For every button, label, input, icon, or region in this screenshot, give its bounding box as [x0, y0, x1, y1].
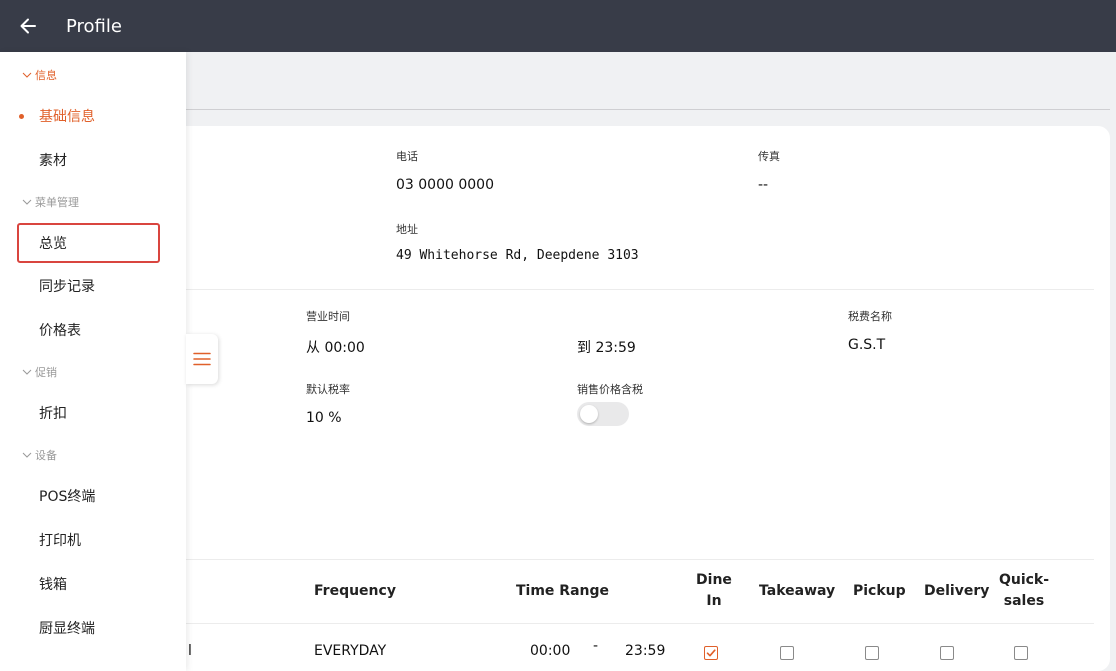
- col-header-quick-sales-line2: sales: [1003, 593, 1045, 609]
- col-header-quick-sales-line1: Quick-: [998, 572, 1050, 588]
- col-header-frequency: Frequency: [314, 583, 396, 599]
- chevron-down-icon: [22, 369, 32, 375]
- sidebar-section-label: 促销: [35, 366, 57, 379]
- col-header-dine-in-line1: Dine: [696, 572, 732, 588]
- app-header: Profile: [0, 0, 1116, 52]
- phone-label: 电话: [396, 150, 418, 163]
- sidebar-item-price-list[interactable]: 价格表: [17, 310, 160, 350]
- phone-value: 03 0000 0000: [396, 177, 494, 193]
- back-button[interactable]: [0, 0, 56, 52]
- hamburger-icon: [193, 352, 211, 366]
- hours-from-value: 从 00:00: [306, 340, 365, 356]
- check-icon: [706, 649, 716, 657]
- sidebar-section-label: 设备: [35, 449, 57, 462]
- address-value: 49 Whitehorse Rd, Deepdene 3103: [396, 248, 639, 263]
- sidebar-section-promotions[interactable]: 促销: [22, 364, 57, 380]
- sidebar-section-label: 菜单管理: [35, 196, 79, 209]
- col-header-dine-in-line2: In: [706, 593, 722, 609]
- sidebar-item-sync-log[interactable]: 同步记录: [17, 266, 160, 306]
- sidebar-section-menu-management[interactable]: 菜单管理: [22, 194, 79, 210]
- sidebar-item-printers[interactable]: 打印机: [17, 520, 160, 560]
- business-hours-label: 营业时间: [306, 310, 350, 323]
- pickup-checkbox[interactable]: [865, 646, 879, 660]
- sidebar-item-label: POS终端: [39, 489, 96, 505]
- col-header-quick-sales: Quick- sales: [998, 570, 1050, 612]
- sidebar-item-label: 折扣: [39, 406, 67, 422]
- col-header-delivery: Delivery: [924, 583, 990, 599]
- chevron-down-icon: [22, 452, 32, 458]
- sidebar-item-label: 价格表: [39, 323, 81, 339]
- sidebar-item-overview[interactable]: 总览: [17, 223, 160, 263]
- row-start-time[interactable]: 00:00: [530, 643, 570, 659]
- row-name-fragment: l: [188, 643, 192, 659]
- hours-to-value: 到 23:59: [577, 340, 636, 356]
- sidebar-item-label: 同步记录: [39, 279, 95, 295]
- takeaway-checkbox[interactable]: [780, 646, 794, 660]
- fax-value: --: [758, 177, 769, 193]
- sidebar-item-label: 打印机: [39, 533, 81, 549]
- col-header-dine-in: Dine In: [694, 570, 734, 612]
- sidebar-section-devices[interactable]: 设备: [22, 447, 57, 463]
- sidebar-item-label: 基础信息: [39, 109, 95, 125]
- default-tax-label: 默认税率: [306, 383, 350, 396]
- sidebar-item-basic-info[interactable]: 基础信息: [17, 96, 160, 136]
- sidebar-item-label: 素材: [39, 153, 67, 169]
- sidebar-item-kitchen-display[interactable]: 厨显终端: [17, 608, 160, 648]
- sidebar-item-discounts[interactable]: 折扣: [17, 393, 160, 433]
- sidebar-item-label: 厨显终端: [39, 621, 95, 637]
- col-header-pickup: Pickup: [853, 583, 906, 599]
- chevron-down-icon: [22, 199, 32, 205]
- row-end-time[interactable]: 23:59: [625, 643, 665, 659]
- sidebar-section-label: 信息: [35, 69, 57, 82]
- active-dot-icon: [19, 114, 24, 119]
- default-tax-value: 10 %: [306, 410, 342, 426]
- price-incl-tax-toggle[interactable]: [577, 402, 629, 426]
- col-header-time-range: Time Range: [516, 583, 610, 599]
- toggle-knob: [580, 405, 598, 423]
- page-title: Profile: [66, 15, 122, 37]
- tax-name-label: 税费名称: [848, 310, 892, 323]
- sidebar-item-cash-drawer[interactable]: 钱箱: [17, 564, 160, 604]
- fax-label: 传真: [758, 150, 780, 163]
- back-arrow-icon: [20, 18, 36, 34]
- tax-name-value: G.S.T: [848, 337, 886, 353]
- sidebar-item-label: 总览: [39, 236, 67, 252]
- row-frequency: EVERYDAY: [314, 643, 387, 659]
- delivery-checkbox[interactable]: [940, 646, 954, 660]
- address-label: 地址: [396, 223, 418, 236]
- row-time-separator: -: [593, 638, 599, 654]
- col-header-takeaway: Takeaway: [759, 583, 836, 599]
- menu-toggle-button[interactable]: [186, 334, 218, 384]
- sidebar-item-pos-terminals[interactable]: POS终端: [17, 476, 160, 516]
- sidebar: 信息 基础信息 素材 菜单管理 总览 同步记录 价格表 促销 折扣 设备 POS…: [0, 52, 186, 671]
- sidebar-section-info[interactable]: 信息: [22, 67, 57, 83]
- quick-sales-checkbox[interactable]: [1014, 646, 1028, 660]
- sidebar-item-label: 钱箱: [39, 577, 67, 593]
- chevron-down-icon: [22, 72, 32, 78]
- price-incl-tax-label: 销售价格含税: [577, 383, 643, 396]
- sidebar-item-assets[interactable]: 素材: [17, 140, 160, 180]
- dine-in-checkbox[interactable]: [704, 646, 718, 660]
